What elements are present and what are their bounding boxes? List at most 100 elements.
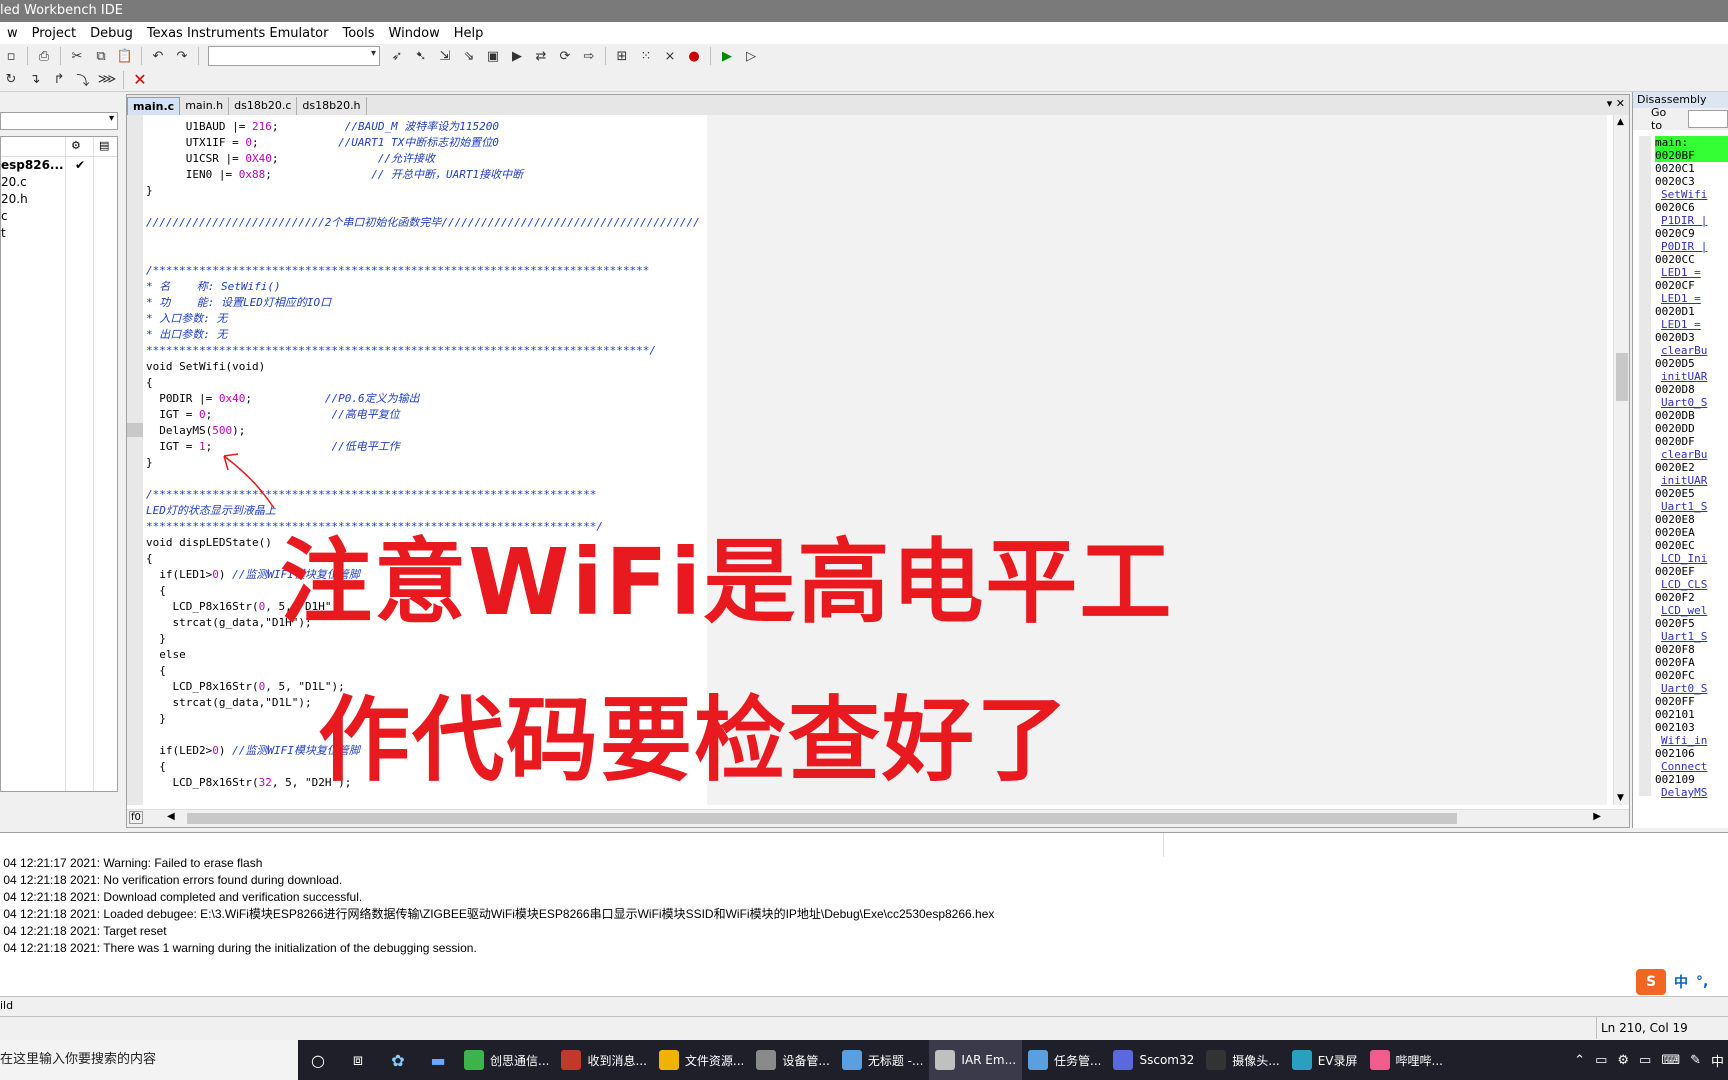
tree-item-file[interactable]: 20.h <box>1 191 117 208</box>
menu-project[interactable]: Project <box>25 26 83 41</box>
cortana-icon[interactable]: ○ <box>298 1040 338 1080</box>
ime-language-toggle[interactable]: 中 <box>1674 972 1688 992</box>
stop-build-icon[interactable]: ⨯ <box>659 46 681 66</box>
task-view-icon[interactable]: ⧈ <box>338 1040 378 1080</box>
tree-item-project[interactable]: esp826... ✔ <box>1 157 117 174</box>
log-line: 04 12:21:18 2021: Target reset <box>0 924 167 938</box>
menu-view[interactable]: w <box>0 26 25 41</box>
menu-help[interactable]: Help <box>447 26 491 41</box>
redo-icon[interactable]: ↷ <box>171 46 193 66</box>
taskbar-app-button[interactable]: 任务管... <box>1022 1040 1107 1080</box>
disassembly-lines[interactable]: main: 0020BF 0020C1 0020C3 SetWifi 0020C6 P1DI… <box>1655 136 1728 799</box>
tree-item-file[interactable]: 20.c <box>1 174 117 191</box>
app-icon <box>841 1050 862 1070</box>
compile-icon[interactable]: ⇨ <box>578 46 600 66</box>
menu-ti-emulator[interactable]: Texas Instruments Emulator <box>140 26 336 41</box>
tab-build[interactable]: ild <box>0 999 13 1012</box>
save-icon[interactable]: ▫ <box>0 46 22 66</box>
taskbar-app-button[interactable]: Sscom32 <box>1107 1040 1200 1080</box>
tab-main-h[interactable]: main.h <box>180 97 230 115</box>
print-icon[interactable]: ⎙ <box>33 46 55 66</box>
goto-input[interactable] <box>1688 110 1728 128</box>
function-nav-label[interactable]: f0 <box>129 811 143 824</box>
navigate-back-icon[interactable]: ⇄ <box>530 46 552 66</box>
cut-icon[interactable]: ✂ <box>66 46 88 66</box>
step-over-icon[interactable]: ↻ <box>0 70 22 90</box>
keyboard-icon[interactable]: ⌨ <box>1661 1053 1680 1068</box>
tray-ime[interactable]: 中 <box>1711 1051 1724 1070</box>
taskbar-app-button[interactable]: IAR Em... <box>929 1040 1023 1080</box>
rebuild-icon[interactable]: ⁙ <box>635 46 657 66</box>
tray-app-icon[interactable]: ▭ <box>1595 1053 1607 1068</box>
scroll-down-icon[interactable]: ▼ <box>1617 793 1624 803</box>
sogou-ime-icon[interactable]: S <box>1636 969 1666 995</box>
next-bookmark-icon[interactable]: ▶ <box>506 46 528 66</box>
disassembly-source-line: Uart1_S <box>1661 630 1708 643</box>
scroll-right-icon[interactable]: ▶ <box>1593 811 1601 822</box>
taskbar-app-button[interactable]: EV录屏 <box>1286 1040 1364 1080</box>
menu-window[interactable]: Window <box>382 26 447 41</box>
tree-item-file[interactable]: c <box>1 208 117 225</box>
app-icon <box>756 1050 777 1070</box>
stop-debugging-icon[interactable]: ✕ <box>129 70 151 90</box>
close-icon[interactable]: ✕ <box>1616 97 1625 110</box>
disassembly-address: 0020C1 <box>1655 162 1695 175</box>
code-line: * 功 能: 设置LED灯相应的IO口 <box>146 295 1526 311</box>
taskbar-app-label: 文件资源... <box>684 1053 745 1068</box>
toggle-bookmark-icon[interactable]: ▣ <box>482 46 504 66</box>
disassembly-address: 0020D5 <box>1655 357 1695 370</box>
taskbar-app-button[interactable]: 文件资源... <box>653 1040 750 1080</box>
scrollbar-thumb[interactable] <box>1616 353 1628 401</box>
go-to-icon[interactable]: ⇘ <box>458 46 480 66</box>
taskbar-app-button[interactable]: 摄像头... <box>1200 1040 1285 1080</box>
tab-main-c[interactable]: main.c <box>127 97 181 115</box>
toolbar-separator <box>27 47 28 65</box>
files-column-icon[interactable]: ▤ <box>99 139 109 152</box>
tray-app-icon[interactable]: ▭ <box>1639 1053 1651 1068</box>
tab-list-icon[interactable]: ▾ <box>1607 97 1613 110</box>
app-icon[interactable]: ✿ <box>378 1040 418 1080</box>
navigate-icon[interactable]: ⇲ <box>434 46 456 66</box>
taskbar-app-button[interactable]: 收到消息... <box>555 1040 652 1080</box>
horizontal-scrollbar[interactable]: f0 ◀ ▶ <box>127 809 1629 827</box>
scroll-left-icon[interactable]: ◀ <box>167 811 175 822</box>
next-statement-icon[interactable]: ⤵ <box>72 70 94 90</box>
taskbar-app-button[interactable]: 创思通信... <box>458 1040 555 1080</box>
settings-column-icon[interactable]: ⚙ <box>71 139 81 152</box>
tab-ds18b20-h[interactable]: ds18b20.h <box>297 97 367 115</box>
scrollbar-thumb[interactable] <box>187 813 1457 824</box>
tray-app-icon[interactable]: ⚙ <box>1617 1053 1629 1068</box>
breakpoint-icon[interactable]: ● <box>683 46 705 66</box>
taskbar-app-button[interactable]: 无标题 -... <box>836 1040 930 1080</box>
undo-icon[interactable]: ↶ <box>147 46 169 66</box>
find-next-icon[interactable]: ➶ <box>386 46 408 66</box>
vertical-scrollbar[interactable]: ▲ ▼ <box>1613 115 1629 805</box>
workspace-config-select[interactable]: ▾ <box>0 112 118 130</box>
run-to-cursor-icon[interactable]: ⋙ <box>96 70 118 90</box>
step-into-icon[interactable]: ↴ <box>24 70 46 90</box>
pen-icon[interactable]: ✎ <box>1690 1053 1701 1068</box>
make-icon[interactable]: ⊞ <box>611 46 633 66</box>
taskbar-search-input[interactable]: 在这里输入你要搜索的内容 <box>0 1040 298 1080</box>
find-combo[interactable]: ▾ <box>208 46 380 66</box>
disassembly-address: 0020D3 <box>1655 331 1695 344</box>
tab-ds18b20-c[interactable]: ds18b20.c <box>229 97 298 115</box>
chevron-up-icon[interactable]: ⌃ <box>1574 1053 1585 1068</box>
scroll-up-icon[interactable]: ▲ <box>1617 117 1624 127</box>
navigate-forward-icon[interactable]: ⟳ <box>554 46 576 66</box>
debug-without-download-icon[interactable]: ▷ <box>740 46 762 66</box>
ime-punctuation-toggle[interactable]: °, <box>1696 974 1708 990</box>
editor-gutter[interactable] <box>127 115 143 805</box>
step-out-icon[interactable]: ↱ <box>48 70 70 90</box>
menu-tools[interactable]: Tools <box>335 26 381 41</box>
copy-icon[interactable]: ⧉ <box>90 46 112 66</box>
tree-item-file[interactable]: t <box>1 225 117 242</box>
app-icon[interactable]: ▬ <box>418 1040 458 1080</box>
find-prev-icon[interactable]: ➷ <box>410 46 432 66</box>
taskbar-app-label: Sscom32 <box>1139 1053 1195 1067</box>
taskbar-app-button[interactable]: 设备管... <box>750 1040 835 1080</box>
paste-icon[interactable]: 📋 <box>114 46 136 66</box>
menu-debug[interactable]: Debug <box>83 26 140 41</box>
download-debug-icon[interactable]: ▶ <box>716 46 738 66</box>
taskbar-app-button[interactable]: 哔哩哔... <box>1364 1040 1449 1080</box>
